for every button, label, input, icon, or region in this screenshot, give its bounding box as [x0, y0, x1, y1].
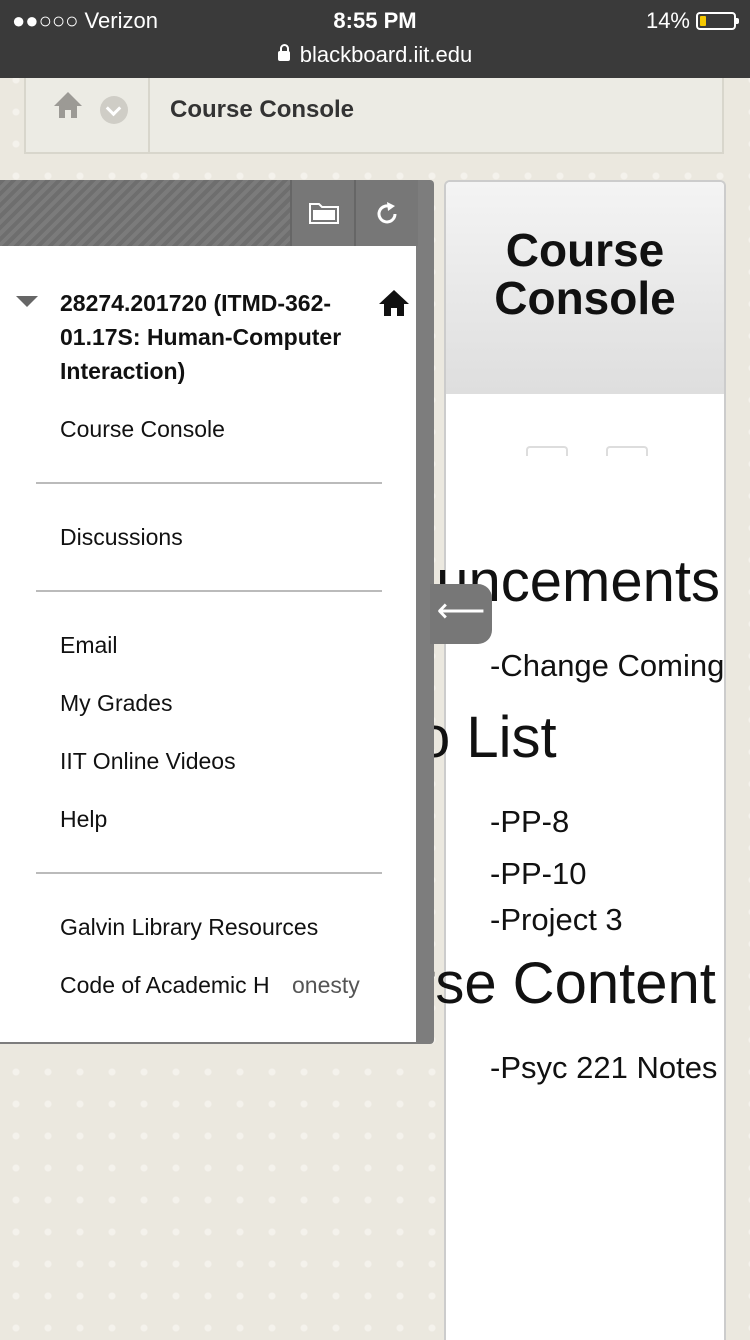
url-text: blackboard.iit.edu [299, 42, 473, 67]
divider [148, 78, 150, 154]
divider [36, 872, 382, 874]
battery-icon [696, 12, 739, 30]
tab-stub[interactable] [606, 446, 648, 456]
divider [36, 590, 382, 592]
refresh-button[interactable] [354, 180, 418, 246]
arrow-left-icon: ⟵ [436, 592, 486, 630]
course-menu-list: 28274.201720 (ITMD-362-01.17S: Human-Com… [0, 246, 416, 1042]
home-icon[interactable] [52, 90, 84, 120]
content-item[interactable]: -Psyc 221 Notes [490, 1050, 717, 1086]
menu-item-iit-online-videos[interactable]: IIT Online Videos [60, 748, 236, 775]
content-header: Course Console [446, 182, 724, 394]
collapse-menu-tab[interactable]: ⟵ [430, 584, 492, 644]
refresh-icon [377, 202, 397, 224]
home-icon[interactable] [378, 288, 410, 318]
menu-item-my-grades[interactable]: My Grades [60, 690, 172, 717]
menu-item-discussions[interactable]: Discussions [60, 524, 183, 551]
menu-item-course-console[interactable]: Course Console [60, 416, 225, 443]
divider [36, 482, 382, 484]
overlap-text: onesty [292, 972, 360, 998]
folder-icon [309, 203, 339, 224]
battery-status: 14% [645, 8, 739, 34]
todo-heading: o List [418, 705, 557, 770]
course-title[interactable]: 28274.201720 (ITMD-362-01.17S: Human-Com… [60, 286, 380, 388]
announcement-item[interactable]: -Change Coming [490, 648, 724, 684]
tab-stub[interactable] [526, 446, 568, 456]
clock: 8:55 PM [333, 8, 417, 33]
menu-item-academic-honesty[interactable]: Code of Academic H [60, 972, 270, 999]
folder-view-button[interactable] [290, 180, 354, 246]
chevron-down-icon[interactable] [100, 96, 128, 124]
collapse-triangle-icon[interactable] [16, 296, 38, 307]
breadcrumb: Course Console [24, 78, 724, 154]
content-title: Course Console [494, 224, 676, 324]
todo-item[interactable]: -PP-8 [490, 804, 569, 840]
page-title: Course Console [170, 96, 355, 123]
menu-item-galvin-library[interactable]: Galvin Library Resources [60, 914, 318, 941]
todo-item[interactable]: -PP-10 [490, 856, 586, 892]
menu-item-email[interactable]: Email [60, 632, 118, 659]
status-bar: ●●○○○ Verizon 8:55 PM 14% blackboard.iit… [0, 0, 750, 78]
todo-item[interactable]: -Project 3 [490, 902, 623, 938]
menu-item-help[interactable]: Help [60, 806, 107, 833]
lock-icon [277, 44, 290, 61]
content-heading: rse Content [416, 951, 716, 1016]
address-bar[interactable]: blackboard.iit.edu [0, 42, 750, 68]
battery-percent: 14% [645, 8, 690, 33]
